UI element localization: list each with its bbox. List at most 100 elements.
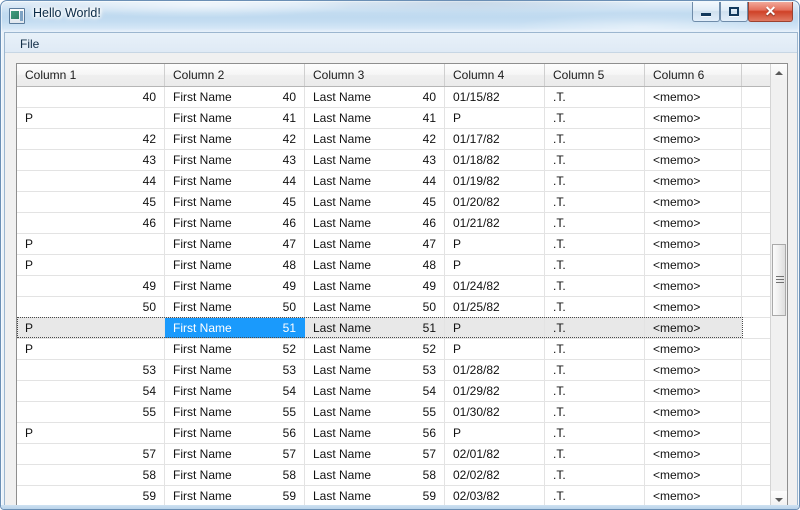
- table-cell[interactable]: [742, 318, 772, 338]
- table-cell[interactable]: First Name 45: [165, 192, 305, 212]
- table-row[interactable]: P First Name 51 Last Name 51 P .T. <memo>: [17, 317, 772, 339]
- table-cell[interactable]: [742, 297, 772, 317]
- table-row[interactable]: P First Name 52 Last Name 52 P .T. <memo>: [17, 339, 772, 360]
- table-cell[interactable]: Last Name 47: [305, 234, 445, 254]
- table-cell[interactable]: P: [17, 255, 165, 275]
- table-cell[interactable]: 02/02/82: [445, 465, 545, 485]
- table-cell[interactable]: [742, 171, 772, 191]
- table-row[interactable]: 42 First Name 42 Last Name 42 01/17/82 .T. <mem…: [17, 129, 772, 150]
- table-cell[interactable]: First Name 57: [165, 444, 305, 464]
- table-cell[interactable]: 53: [17, 360, 165, 380]
- table-cell[interactable]: 02/03/82: [445, 486, 545, 506]
- table-cell[interactable]: <memo>: [645, 486, 742, 506]
- table-cell[interactable]: 54: [17, 381, 165, 401]
- table-cell[interactable]: First Name 50: [165, 297, 305, 317]
- table-cell[interactable]: <memo>: [645, 234, 742, 254]
- table-row[interactable]: P First Name 48 Last Name 48 P .T. <memo>: [17, 255, 772, 276]
- grid-column-header-7[interactable]: [742, 64, 772, 86]
- table-cell[interactable]: <memo>: [645, 297, 742, 317]
- table-cell[interactable]: 01/21/82: [445, 213, 545, 233]
- table-cell[interactable]: <memo>: [645, 87, 742, 107]
- table-cell[interactable]: 43: [17, 150, 165, 170]
- table-cell[interactable]: <memo>: [645, 108, 742, 128]
- table-cell[interactable]: .T.: [545, 213, 645, 233]
- table-cell[interactable]: First Name 48: [165, 255, 305, 275]
- table-cell[interactable]: Last Name 55: [305, 402, 445, 422]
- table-cell[interactable]: .T.: [545, 486, 645, 506]
- table-cell[interactable]: 42: [17, 129, 165, 149]
- table-cell[interactable]: <memo>: [645, 423, 742, 443]
- table-cell[interactable]: .T.: [545, 318, 645, 338]
- table-cell[interactable]: 49: [17, 276, 165, 296]
- table-cell[interactable]: <memo>: [645, 318, 742, 338]
- table-cell[interactable]: <memo>: [645, 444, 742, 464]
- table-cell[interactable]: [742, 276, 772, 296]
- table-cell[interactable]: First Name 59: [165, 486, 305, 506]
- table-cell[interactable]: Last Name 58: [305, 465, 445, 485]
- table-cell[interactable]: P: [17, 339, 165, 359]
- table-cell[interactable]: [742, 339, 772, 359]
- table-cell[interactable]: Last Name 42: [305, 129, 445, 149]
- table-cell[interactable]: [742, 486, 772, 506]
- table-cell[interactable]: <memo>: [645, 171, 742, 191]
- table-cell[interactable]: 01/24/82: [445, 276, 545, 296]
- table-row[interactable]: 44 First Name 44 Last Name 44 01/19/82 .T. <mem…: [17, 171, 772, 192]
- table-cell[interactable]: Last Name 57: [305, 444, 445, 464]
- table-cell[interactable]: 46: [17, 213, 165, 233]
- scrollbar-thumb[interactable]: [772, 244, 786, 316]
- table-cell[interactable]: P: [445, 234, 545, 254]
- table-cell[interactable]: .T.: [545, 255, 645, 275]
- table-row[interactable]: 58 First Name 58 Last Name 58 02/02/82 .T. <mem…: [17, 465, 772, 486]
- table-cell[interactable]: <memo>: [645, 465, 742, 485]
- table-row[interactable]: 45 First Name 45 Last Name 45 01/20/82 .T. <mem…: [17, 192, 772, 213]
- table-cell[interactable]: P: [445, 318, 545, 338]
- minimize-button[interactable]: [692, 2, 720, 22]
- table-cell[interactable]: Last Name 43: [305, 150, 445, 170]
- table-cell[interactable]: First Name 47: [165, 234, 305, 254]
- table-cell[interactable]: Last Name 41: [305, 108, 445, 128]
- table-cell[interactable]: .T.: [545, 129, 645, 149]
- table-cell[interactable]: Last Name 51: [305, 318, 445, 338]
- table-cell[interactable]: 45: [17, 192, 165, 212]
- table-row[interactable]: 54 First Name 54 Last Name 54 01/29/82 .T. <mem…: [17, 381, 772, 402]
- table-cell[interactable]: 44: [17, 171, 165, 191]
- table-cell[interactable]: 01/20/82: [445, 192, 545, 212]
- table-cell[interactable]: [742, 108, 772, 128]
- table-row[interactable]: 55 First Name 55 Last Name 55 01/30/82 .T. <mem…: [17, 402, 772, 423]
- table-cell[interactable]: <memo>: [645, 129, 742, 149]
- grid-column-header-3[interactable]: Column 3: [305, 64, 445, 86]
- table-cell[interactable]: .T.: [545, 276, 645, 296]
- table-cell[interactable]: [742, 213, 772, 233]
- table-cell[interactable]: Last Name 49: [305, 276, 445, 296]
- table-cell[interactable]: 57: [17, 444, 165, 464]
- table-cell[interactable]: P: [17, 423, 165, 443]
- table-cell[interactable]: 01/25/82: [445, 297, 545, 317]
- grid-column-header-4[interactable]: Column 4: [445, 64, 545, 86]
- table-cell[interactable]: 58: [17, 465, 165, 485]
- table-cell[interactable]: .T.: [545, 423, 645, 443]
- table-cell[interactable]: .T.: [545, 297, 645, 317]
- table-cell[interactable]: [742, 234, 772, 254]
- table-cell[interactable]: First Name 51: [165, 318, 305, 338]
- table-cell[interactable]: First Name 46: [165, 213, 305, 233]
- table-row[interactable]: 46 First Name 46 Last Name 46 01/21/82 .T. <mem…: [17, 213, 772, 234]
- table-cell[interactable]: [742, 402, 772, 422]
- table-cell[interactable]: [742, 360, 772, 380]
- table-row[interactable]: 59 First Name 59 Last Name 59 02/03/82 .T. <mem…: [17, 486, 772, 507]
- table-row[interactable]: P First Name 41 Last Name 41 P .T. <memo>: [17, 108, 772, 129]
- table-cell[interactable]: 40: [17, 87, 165, 107]
- table-cell[interactable]: First Name 56: [165, 423, 305, 443]
- table-cell[interactable]: 01/29/82: [445, 381, 545, 401]
- table-cell[interactable]: <memo>: [645, 192, 742, 212]
- table-row[interactable]: 57 First Name 57 Last Name 57 02/01/82 .T. <mem…: [17, 444, 772, 465]
- scroll-up-icon[interactable]: [771, 64, 787, 81]
- table-cell[interactable]: .T.: [545, 465, 645, 485]
- table-cell[interactable]: .T.: [545, 339, 645, 359]
- table-cell[interactable]: First Name 44: [165, 171, 305, 191]
- table-cell[interactable]: <memo>: [645, 276, 742, 296]
- table-row[interactable]: 50 First Name 50 Last Name 50 01/25/82 .T. <mem…: [17, 297, 772, 318]
- table-cell[interactable]: [742, 423, 772, 443]
- grid-column-header-1[interactable]: Column 1: [17, 64, 165, 86]
- table-cell[interactable]: P: [445, 423, 545, 443]
- table-cell[interactable]: .T.: [545, 444, 645, 464]
